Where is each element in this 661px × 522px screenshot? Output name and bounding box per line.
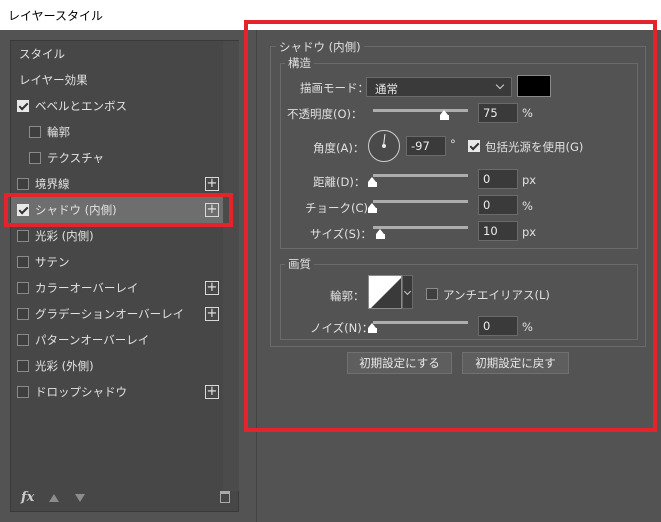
- effects-list-scrollbar[interactable]: [223, 41, 239, 491]
- drop-shadow-checkbox[interactable]: [17, 386, 29, 398]
- list-item-gradient-overlay[interactable]: グラデーションオーバーレイ +: [11, 301, 223, 327]
- stroke-checkbox[interactable]: [17, 178, 29, 190]
- gradient-overlay-checkbox[interactable]: [17, 308, 29, 320]
- move-down-icon[interactable]: [75, 494, 85, 502]
- list-item-label: ドロップシャドウ: [35, 385, 127, 399]
- highlight-box-left: [4, 193, 233, 227]
- color-overlay-checkbox[interactable]: [17, 282, 29, 294]
- add-stroke-plus-icon[interactable]: +: [205, 177, 219, 191]
- trash-icon[interactable]: [220, 491, 230, 503]
- outer-glow-checkbox[interactable]: [17, 360, 29, 372]
- list-item-label: ベベルとエンボス: [35, 99, 127, 113]
- texture-checkbox[interactable]: [29, 152, 41, 164]
- list-item-satin[interactable]: サテン: [11, 249, 223, 275]
- window-title: レイヤースタイル: [8, 9, 104, 23]
- list-item-styles[interactable]: スタイル: [11, 41, 223, 67]
- pattern-overlay-checkbox[interactable]: [17, 334, 29, 346]
- effects-list-footer: fx: [11, 487, 239, 511]
- inner-glow-checkbox[interactable]: [17, 230, 29, 242]
- fx-icon[interactable]: fx: [21, 490, 34, 505]
- list-item-layer-effects[interactable]: レイヤー効果: [11, 67, 223, 93]
- list-item-contour[interactable]: 輪郭: [11, 119, 223, 145]
- list-item-label: カラーオーバーレイ: [35, 281, 139, 295]
- add-drop-shadow-plus-icon[interactable]: +: [205, 385, 219, 399]
- list-item-outer-glow[interactable]: 光彩 (外側): [11, 353, 223, 379]
- list-item-label: グラデーションオーバーレイ: [35, 307, 185, 321]
- satin-checkbox[interactable]: [17, 256, 29, 268]
- list-item-pattern-overlay[interactable]: パターンオーバーレイ: [11, 327, 223, 353]
- list-item-label: パターンオーバーレイ: [35, 333, 150, 347]
- list-item-label: スタイル: [19, 47, 65, 61]
- add-gradient-overlay-plus-icon[interactable]: +: [205, 307, 219, 321]
- bevel-emboss-checkbox[interactable]: [17, 100, 29, 112]
- highlight-box-right: [244, 20, 657, 432]
- list-item-label: サテン: [35, 255, 70, 269]
- list-item-texture[interactable]: テクスチャ: [11, 145, 223, 171]
- move-up-icon[interactable]: [49, 494, 59, 502]
- add-color-overlay-plus-icon[interactable]: +: [205, 281, 219, 295]
- list-item-drop-shadow[interactable]: ドロップシャドウ +: [11, 379, 223, 405]
- list-item-bevel-emboss[interactable]: ベベルとエンボス: [11, 93, 223, 119]
- list-item-label: 輪郭: [47, 125, 70, 139]
- list-item-label: レイヤー効果: [19, 73, 88, 87]
- list-item-label: テクスチャ: [47, 151, 105, 165]
- contour-checkbox[interactable]: [29, 126, 41, 138]
- list-item-label: 光彩 (外側): [35, 359, 94, 373]
- list-item-color-overlay[interactable]: カラーオーバーレイ +: [11, 275, 223, 301]
